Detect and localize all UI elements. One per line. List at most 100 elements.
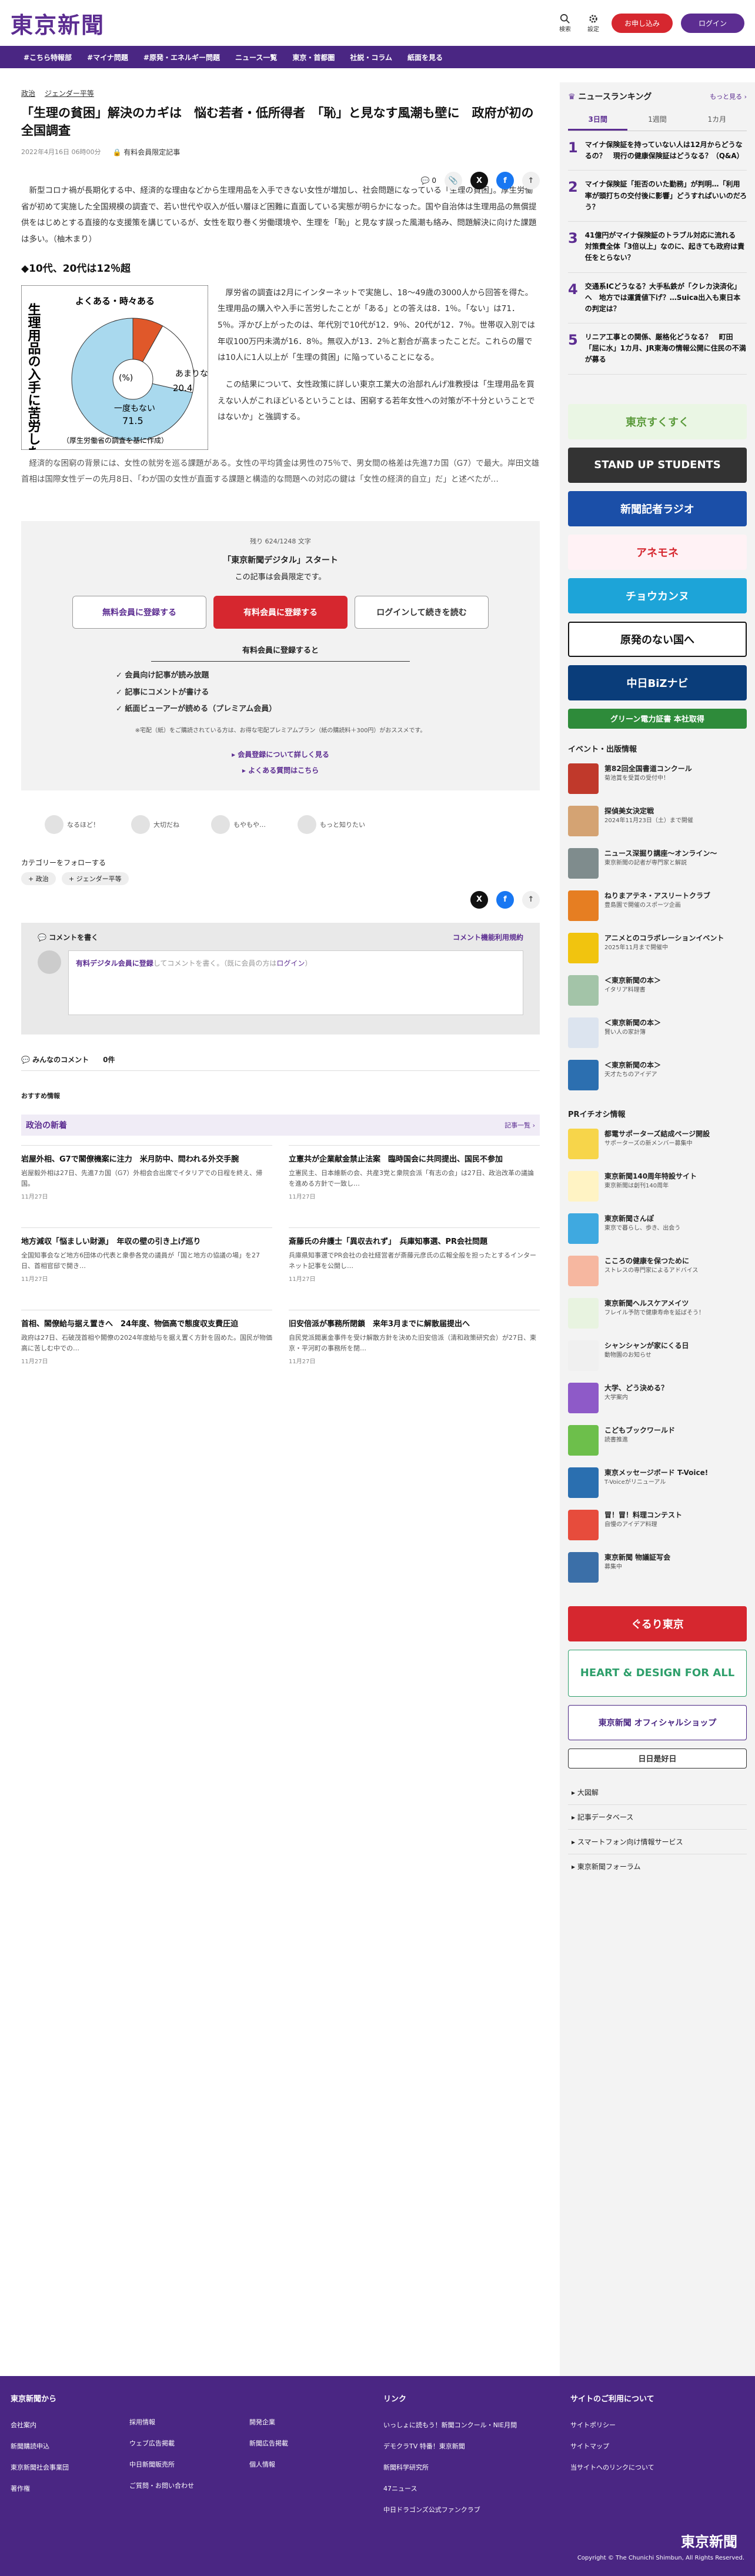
event-item[interactable]: 探偵美女決定戦 2024年11月23日（土）まで開催 [568, 805, 747, 836]
tab-3days[interactable]: 3日間 [568, 109, 628, 131]
news-card[interactable]: 斎藤氏の弁護士「異収去れず」 兵庫知事選、PR会社問題 兵庫県知事選でPR会社の会… [289, 1227, 540, 1310]
share-icon[interactable]: ↑ [522, 890, 540, 909]
facebook-share-icon[interactable]: f [496, 172, 514, 189]
event-item[interactable]: アニメとのコラボレーションイベント 2025年11月まで開催中 [568, 932, 747, 963]
pr-item[interactable]: 東京新聞140周年特設サイト 東京新聞は創刊140周年 [568, 1170, 747, 1202]
share-icon[interactable]: ↑ [522, 172, 540, 189]
footer-link[interactable]: 47ニュース [383, 2484, 517, 2493]
login-continue-button[interactable]: ログインして続きを読む [355, 595, 489, 629]
footer-link[interactable]: デモクラTV 特番！東京新聞 [383, 2441, 517, 2451]
footer-logo[interactable]: 東京新聞 [681, 2530, 737, 2551]
event-item[interactable]: ＜東京新聞の本＞ イタリア料理書 [568, 975, 747, 1006]
faq-link[interactable]: ▸ よくある質問はこちら [21, 765, 540, 775]
banner-standup[interactable]: STAND UP STUDENTS [568, 447, 747, 483]
footer-link[interactable]: 著作権 [11, 2484, 69, 2493]
x-share-icon[interactable]: X [470, 890, 488, 909]
news-card[interactable]: 旧安倍派が事務所閉鎖 来年3月までに解散届提出へ 自民党派閥裏金事件を受け解散方針… [289, 1309, 540, 1392]
pr-item[interactable]: シャンシャンが家にくる日 動物園のお知らせ [568, 1340, 747, 1371]
pr-item[interactable]: 東京新聞ヘルスケアメイツ フレイル予防で健康寿命を延ばそう！ [568, 1297, 747, 1329]
news-card[interactable]: 立憲共が企業献金禁止法案 臨時国会に共同提出、国民不参加 立憲民主、日本維新の会、… [289, 1144, 540, 1227]
comment-input[interactable]: 有料デジタル会員に登録してコメントを書く。（既に会員の方はログイン） [68, 950, 523, 1015]
footer-link[interactable]: 当サイトへのリンクについて [570, 2462, 654, 2472]
category-link[interactable]: ジェンダー平等 [45, 89, 94, 98]
event-item[interactable]: ＜東京新聞の本＞ 賢い人の家計簿 [568, 1017, 747, 1048]
pr-item[interactable]: 東京新聞 物議証写会 募集中 [568, 1551, 747, 1583]
login-button[interactable]: ログイン [680, 13, 744, 33]
footer-link[interactable]: 開発企業 [249, 2417, 288, 2427]
banner-sukusuku[interactable]: 東京すくすく [568, 403, 747, 439]
ranking-item[interactable]: 3 41億円がマイナ保険証のトラブル対応に流れる 対策費全体「3倍以上」なのに、起… [568, 222, 747, 273]
footer-link[interactable]: サイトポリシー [570, 2420, 654, 2430]
nav-item[interactable]: 社説・コラム [350, 52, 392, 62]
reaction-button[interactable]: もやもや… [211, 815, 266, 834]
nav-item[interactable]: #マイナ問題 [87, 52, 128, 62]
ranking-item[interactable]: 4 交通系ICどうなる？大手私鉄が「クレカ決済化」へ 地方では運賃値下げ？…Sui… [568, 273, 747, 324]
signup-button[interactable]: お申し込み [611, 13, 673, 33]
footer-link[interactable]: ウェブ広告掲載 [129, 2438, 194, 2448]
side-link[interactable]: ▸ スマートフォン向け情報サービス [568, 1830, 747, 1854]
ad-banner[interactable]: 東京新聞 オフィシャルショップ [568, 1704, 747, 1740]
pr-item[interactable]: 都電サポーターズ結成ページ開設 サポーターズの新メンバー募集中 [568, 1128, 747, 1159]
ad-banner[interactable]: 日日是好日 [568, 1748, 747, 1769]
news-card[interactable]: 岩屋外相、G7で閣僚機案に注力 米月防中、問われる外交手腕 岩屋毅外相は27日、先… [21, 1144, 272, 1227]
banner-anemone[interactable]: アネモネ [568, 534, 747, 570]
banner-bizna[interactable]: 中日BiZナビ [568, 665, 747, 700]
tab-1week[interactable]: 1週間 [627, 109, 687, 131]
event-item[interactable]: ＜東京新聞の本＞ 天才たちのアイデア [568, 1059, 747, 1090]
side-link[interactable]: ▸ 記事データベース [568, 1805, 747, 1830]
x-share-icon[interactable]: X [470, 172, 488, 189]
news-card[interactable]: 首相、閣僚給与据え置きへ 24年度、物価高で態度収支費圧迫 政府は27日、石破茂首… [21, 1309, 272, 1392]
pr-item[interactable]: こころの健康を保つために ストレスの専門家によるアドバイス [568, 1255, 747, 1286]
side-link[interactable]: ▸ 大図解 [568, 1780, 747, 1805]
ranking-more-link[interactable]: もっと見る › [710, 92, 747, 101]
nav-item[interactable]: 紙面を見る [407, 52, 443, 62]
footer-link[interactable]: 新聞購読申込 [11, 2441, 69, 2451]
reaction-button[interactable]: 大切だね [131, 815, 179, 834]
footer-link[interactable]: 中日新聞販売所 [129, 2460, 194, 2469]
footer-link[interactable]: 中日ドラゴンズ公式ファンクラブ [383, 2505, 517, 2514]
facebook-share-icon[interactable]: f [496, 890, 514, 909]
footer-link[interactable]: 会社案内 [11, 2420, 69, 2430]
pr-item[interactable]: 東京メッセージボード T-Voice! T-Voiceがリニューアル [568, 1467, 747, 1498]
nav-item[interactable]: #原発・エネルギー問題 [143, 52, 220, 62]
ad-banner[interactable]: ぐるり東京 [568, 1606, 747, 1641]
search-button[interactable]: 検索 [555, 14, 575, 33]
footer-link[interactable]: ご質問・お問い合わせ [129, 2481, 194, 2490]
side-link[interactable]: ▸ 東京新聞フォーラム [568, 1854, 747, 1878]
membership-info-link[interactable]: ▸ 会員登録について詳しく見る [21, 749, 540, 759]
follow-tag[interactable]: + 政治 [21, 872, 56, 885]
pr-item[interactable]: 大学、どう決める？ 大学案内 [568, 1382, 747, 1413]
nav-item[interactable]: #こちら特報部 [24, 52, 72, 62]
settings-button[interactable]: 設定 [583, 14, 603, 33]
banner-green[interactable]: グリーン電力証書 本社取得 [568, 708, 747, 729]
nav-item[interactable]: ニュース一覧 [235, 52, 277, 62]
event-item[interactable]: ニュース深掘り講座〜オンライン〜 東京新聞の記者が専門家と解説 [568, 847, 747, 879]
ranking-item[interactable]: 1 マイナ保険証を持っていない人は12月からどうなるの？ 現行の健康保険証はどうな… [568, 131, 747, 171]
event-item[interactable]: ねりまアテネ・アスリートクラブ 豊島園で開催のスポーツ企画 [568, 890, 747, 921]
free-signup-button[interactable]: 無料会員に登録する [72, 595, 206, 629]
footer-link[interactable]: 新聞広告掲載 [249, 2438, 288, 2448]
ad-banner[interactable]: HEART & DESIGN FOR ALL [568, 1649, 747, 1697]
comment-count[interactable]: 💬 0 [421, 176, 436, 185]
pr-item[interactable]: 冒！冒！料理コンテスト 自慢のアイデア料理 [568, 1509, 747, 1540]
nav-item[interactable]: 東京・首都圏 [292, 52, 335, 62]
ranking-item[interactable]: 2 マイナ保険証「拒否のいた勤務」が判明…「利用率が頭打ちの交付後に影響」どうすれ… [568, 171, 747, 222]
reaction-button[interactable]: もっと知りたい [298, 815, 365, 834]
event-item[interactable]: 第82回全国書道コンクール 菊池賞を受賞の受付中！ [568, 763, 747, 794]
follow-tag[interactable]: + ジェンダー平等 [61, 872, 129, 885]
footer-link[interactable]: 採用情報 [129, 2417, 194, 2427]
pr-item[interactable]: 東京新聞さんぽ 東京で暮らし、歩き、出会う [568, 1213, 747, 1244]
footer-link[interactable]: 東京新聞社会事業団 [11, 2462, 69, 2472]
footer-link[interactable]: 個人情報 [249, 2460, 288, 2469]
reaction-button[interactable]: なるほど！ [45, 815, 99, 834]
banner-genpatsu[interactable]: 原発のない国へ [568, 621, 747, 657]
paid-signup-button[interactable]: 有料会員に登録する [213, 595, 348, 629]
pr-item[interactable]: こどもブックワールド 読書推進 [568, 1424, 747, 1456]
footer-link[interactable]: サイトマップ [570, 2441, 654, 2451]
footer-link[interactable]: いっしょに読もう！新聞コンクール・NIE月間 [383, 2420, 517, 2430]
news-card[interactable]: 地方減収「悩ましい財源」 年収の壁の引き上げ巡り 全国知事会など地方6団体の代表と… [21, 1227, 272, 1310]
comment-rules-link[interactable]: コメント機能利用規約 [453, 932, 523, 942]
banner-radio[interactable]: 新聞記者ラジオ [568, 490, 747, 526]
ranking-item[interactable]: 5 リニア工事との関係、厳格化どうなる？ 町田「屈に水」1カ月、JR東海の情報公開… [568, 323, 747, 375]
clip-icon[interactable]: 📎 [445, 172, 462, 189]
